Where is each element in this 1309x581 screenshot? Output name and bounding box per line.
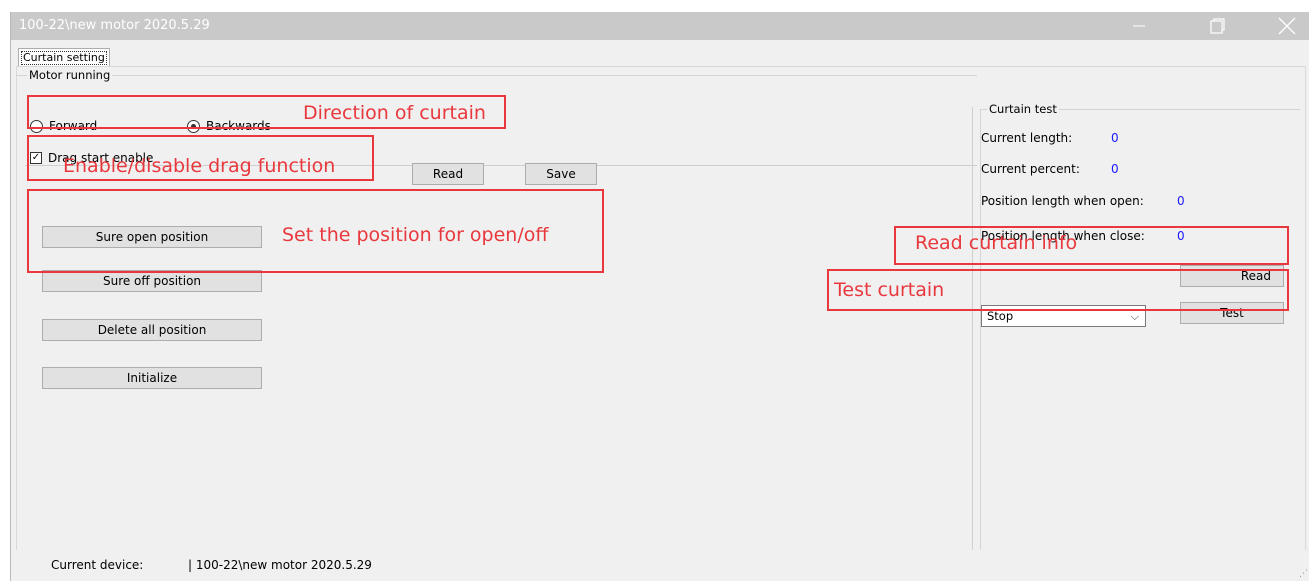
delete-all-position-button[interactable]: Delete all position [42,319,262,341]
minimize-icon [1133,25,1145,27]
minimize-button[interactable] [1116,12,1162,40]
initialize-button[interactable]: Initialize [42,367,262,389]
restore-button[interactable] [1194,12,1240,40]
current-length-value: 0 [1111,131,1119,145]
status-device-label: Current device: [51,558,144,572]
direction-annotation-text: Direction of curtain [303,102,486,124]
chevron-down-icon: ⌵ [1130,310,1139,323]
current-length-label: Current length: [981,131,1073,145]
close-icon [1278,17,1296,35]
curtain-test-group: Curtain test [980,102,1300,569]
test-annotation-text: Test curtain [834,279,945,301]
drag-annotation-text: Enable/disable drag function [63,155,336,177]
panel-divider [972,107,973,577]
resize-grip-icon[interactable]: ⋰ [1299,569,1308,579]
current-percent-label: Current percent: [981,162,1080,176]
position-annotation-text: Set the position for open/off [282,224,549,246]
restore-icon [1210,18,1225,34]
status-device-value: | 100-22\new motor 2020.5.29 [188,558,372,572]
motor-running-title: Motor running [27,68,113,82]
window-title: 100-22\new motor 2020.5.29 [19,18,210,33]
tab-curtain-setting[interactable]: Curtain setting [18,48,110,66]
close-button[interactable] [1264,12,1309,40]
status-bar: Current device: | 100-22\new motor 2020.… [11,550,1309,581]
motor-read-button[interactable]: Read [412,163,484,185]
open-length-label: Position length when open: [981,194,1144,208]
title-bar[interactable]: 100-22\new motor 2020.5.29 [11,12,1309,40]
motor-save-button[interactable]: Save [525,163,597,185]
read-info-annotation-text: Read curtain info [915,232,1078,254]
current-percent-value: 0 [1111,162,1119,176]
sure-off-position-button[interactable]: Sure off position [42,270,262,292]
open-length-value: 0 [1177,194,1185,208]
curtain-test-title: Curtain test [987,102,1059,116]
